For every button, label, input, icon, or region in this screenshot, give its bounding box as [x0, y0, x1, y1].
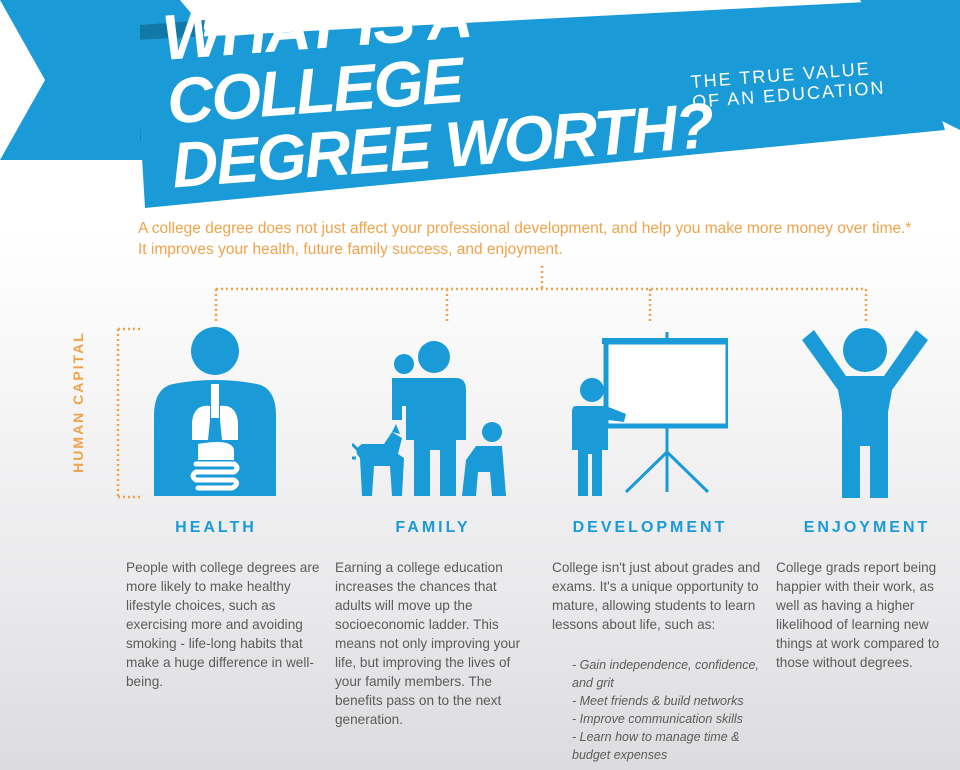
- column-text-health: People with college degrees are more lik…: [126, 560, 320, 689]
- human-capital-label: HUMAN CAPITAL: [70, 331, 86, 473]
- column-text-development: College isn't just about grades and exam…: [552, 560, 761, 632]
- column-title-enjoyment: ENJOYMENT: [803, 519, 931, 536]
- raised-arms-person-icon: [802, 328, 928, 498]
- list-item: - Gain independence, confidence, and gri…: [572, 658, 759, 690]
- list-item: - Learn how to manage time & budget expe…: [572, 730, 740, 762]
- health-body-icon: [154, 327, 276, 496]
- column-title-development: DEVELOPMENT: [572, 519, 728, 536]
- column-text-enjoyment: College grads report being happier with …: [776, 560, 940, 670]
- presentation-icon: [572, 332, 728, 496]
- column-title-health: HEALTH: [175, 519, 257, 536]
- column-text-family: Earning a college education increases th…: [335, 560, 521, 727]
- column-title-family: FAMILY: [395, 519, 471, 536]
- family-icon: [352, 341, 506, 496]
- list-item: - Meet friends & build networks: [572, 694, 744, 708]
- list-item: - Improve communication skills: [572, 712, 743, 726]
- development-bullet-list: - Gain independence, confidence, and gri…: [572, 656, 762, 764]
